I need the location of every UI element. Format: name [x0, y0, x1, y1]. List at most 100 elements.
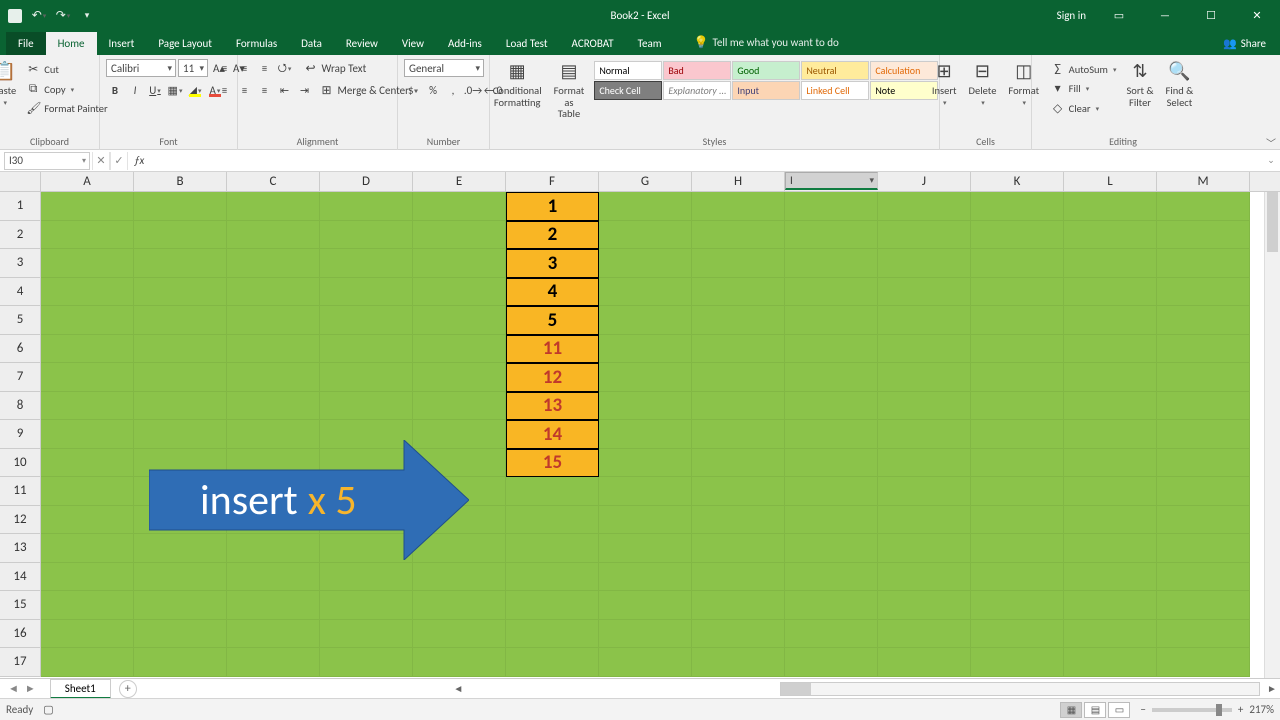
- cell-C6[interactable]: [227, 335, 320, 364]
- cell-D1[interactable]: [320, 192, 413, 221]
- cell-E14[interactable]: [413, 563, 506, 592]
- cell-F12[interactable]: [506, 506, 599, 535]
- cell-A11[interactable]: [41, 477, 134, 506]
- minimize-icon[interactable]: —: [1142, 0, 1188, 31]
- cell-C3[interactable]: [227, 249, 320, 278]
- cell-L9[interactable]: [1064, 420, 1157, 449]
- cell-K12[interactable]: [971, 506, 1064, 535]
- cell-J12[interactable]: [878, 506, 971, 535]
- cell-L4[interactable]: [1064, 278, 1157, 307]
- cell-B3[interactable]: [134, 249, 227, 278]
- cell-G7[interactable]: [599, 363, 692, 392]
- format-painter-button[interactable]: 🖌Format Painter: [24, 100, 109, 117]
- tab-data[interactable]: Data: [289, 32, 334, 55]
- cell-C14[interactable]: [227, 563, 320, 592]
- col-header-A[interactable]: A: [41, 172, 134, 191]
- cell-H8[interactable]: [692, 392, 785, 421]
- cell-L8[interactable]: [1064, 392, 1157, 421]
- underline-button[interactable]: U▾: [146, 81, 164, 99]
- cell-G10[interactable]: [599, 449, 692, 478]
- cell-G12[interactable]: [599, 506, 692, 535]
- insert-cells-button[interactable]: ⊞Insert▾: [928, 59, 961, 108]
- cell-B15[interactable]: [134, 591, 227, 620]
- paste-button[interactable]: 📋 Paste ▾: [0, 59, 20, 108]
- cell-B7[interactable]: [134, 363, 227, 392]
- cell-K10[interactable]: [971, 449, 1064, 478]
- cell-G16[interactable]: [599, 620, 692, 649]
- cell-A16[interactable]: [41, 620, 134, 649]
- cell-J11[interactable]: [878, 477, 971, 506]
- row-header[interactable]: 13: [0, 534, 41, 563]
- cell-H3[interactable]: [692, 249, 785, 278]
- cell-style-explanatory-[interactable]: Explanatory ...: [663, 81, 731, 100]
- cell-J7[interactable]: [878, 363, 971, 392]
- cell-H1[interactable]: [692, 192, 785, 221]
- cell-F9[interactable]: 14: [506, 420, 599, 449]
- col-header-M[interactable]: M: [1157, 172, 1250, 191]
- cell-D8[interactable]: [320, 392, 413, 421]
- cell-H5[interactable]: [692, 306, 785, 335]
- percent-format-icon[interactable]: %: [424, 81, 442, 99]
- enter-formula-icon[interactable]: ✓: [110, 152, 128, 170]
- zoom-out-icon[interactable]: −: [1140, 703, 1145, 716]
- cell-F11[interactable]: [506, 477, 599, 506]
- cell-B8[interactable]: [134, 392, 227, 421]
- cell-I11[interactable]: [785, 477, 878, 506]
- undo-icon[interactable]: ↶▾: [30, 7, 48, 25]
- fill-button[interactable]: ▾Fill▾: [1049, 80, 1119, 97]
- cell-G9[interactable]: [599, 420, 692, 449]
- cell-H12[interactable]: [692, 506, 785, 535]
- sheet-nav-next-icon[interactable]: ►: [25, 682, 36, 695]
- cell-M4[interactable]: [1157, 278, 1250, 307]
- col-header-C[interactable]: C: [227, 172, 320, 191]
- cell-J10[interactable]: [878, 449, 971, 478]
- macro-record-icon[interactable]: ▢: [43, 703, 53, 716]
- cell-I17[interactable]: [785, 648, 878, 677]
- cell-K6[interactable]: [971, 335, 1064, 364]
- cell-H16[interactable]: [692, 620, 785, 649]
- align-right-icon[interactable]: ≡: [256, 81, 274, 99]
- cell-B5[interactable]: [134, 306, 227, 335]
- hscroll-left-icon[interactable]: ◄: [450, 682, 466, 695]
- cell-D16[interactable]: [320, 620, 413, 649]
- cell-F14[interactable]: [506, 563, 599, 592]
- tab-acrobat[interactable]: ACROBAT: [560, 32, 626, 55]
- copy-button[interactable]: ⧉Copy▾: [24, 81, 109, 97]
- page-layout-view-icon[interactable]: ▤: [1084, 702, 1106, 718]
- tab-home[interactable]: Home: [46, 32, 97, 55]
- cell-L12[interactable]: [1064, 506, 1157, 535]
- tab-team[interactable]: Team: [626, 32, 674, 55]
- cell-H15[interactable]: [692, 591, 785, 620]
- row-header[interactable]: 15: [0, 591, 41, 620]
- cell-C15[interactable]: [227, 591, 320, 620]
- cell-K4[interactable]: [971, 278, 1064, 307]
- cell-L16[interactable]: [1064, 620, 1157, 649]
- cell-D17[interactable]: [320, 648, 413, 677]
- cell-B16[interactable]: [134, 620, 227, 649]
- cell-H10[interactable]: [692, 449, 785, 478]
- cell-G3[interactable]: [599, 249, 692, 278]
- cell-J6[interactable]: [878, 335, 971, 364]
- cell-H11[interactable]: [692, 477, 785, 506]
- row-header[interactable]: 1: [0, 192, 41, 221]
- sheet-tab[interactable]: Sheet1: [50, 679, 111, 699]
- cell-G13[interactable]: [599, 534, 692, 563]
- cell-C17[interactable]: [227, 648, 320, 677]
- fx-icon[interactable]: ƒx: [128, 154, 150, 167]
- zoom-in-icon[interactable]: +: [1238, 703, 1243, 716]
- row-header[interactable]: 12: [0, 506, 41, 535]
- cell-J16[interactable]: [878, 620, 971, 649]
- cell-J13[interactable]: [878, 534, 971, 563]
- cell-K3[interactable]: [971, 249, 1064, 278]
- cell-F15[interactable]: [506, 591, 599, 620]
- cell-I3[interactable]: [785, 249, 878, 278]
- cell-I8[interactable]: [785, 392, 878, 421]
- redo-icon[interactable]: ↷▾: [54, 7, 72, 25]
- share-button[interactable]: 👥Share: [1213, 31, 1276, 55]
- cell-F1[interactable]: 1: [506, 192, 599, 221]
- cell-L13[interactable]: [1064, 534, 1157, 563]
- cell-A5[interactable]: [41, 306, 134, 335]
- cell-E17[interactable]: [413, 648, 506, 677]
- cell-E4[interactable]: [413, 278, 506, 307]
- align-bottom-icon[interactable]: ≡: [256, 59, 274, 77]
